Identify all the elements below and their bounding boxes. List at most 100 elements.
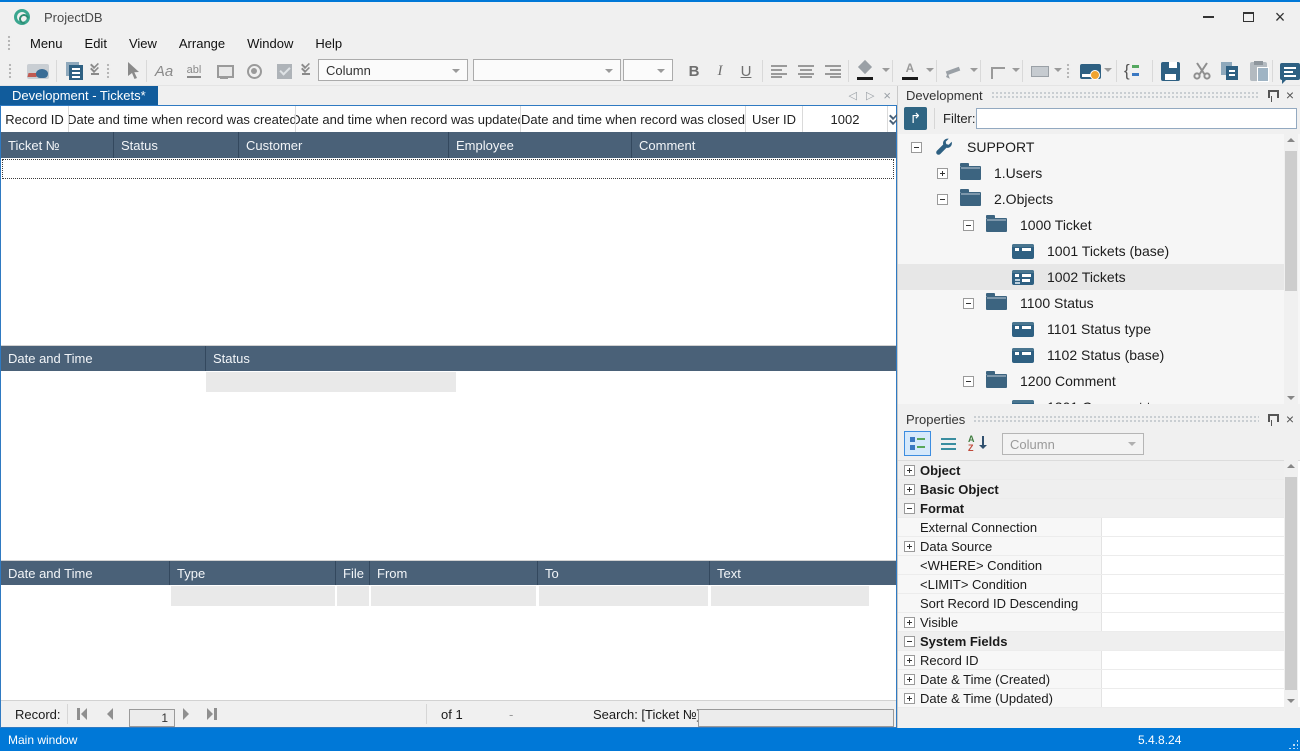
radio-tool-button[interactable] [242, 59, 266, 83]
property-value-cell[interactable] [1101, 594, 1284, 612]
field-header-1002[interactable]: 1002 [803, 106, 888, 132]
development-close-icon[interactable]: × [1286, 88, 1294, 102]
pin-icon[interactable] [1267, 413, 1276, 426]
documents-button[interactable] [62, 59, 86, 83]
menu-item-arrange[interactable]: Arrange [168, 32, 236, 55]
property-value-cell[interactable] [1101, 556, 1284, 574]
scroll-down-icon[interactable] [1287, 396, 1295, 400]
scroll-down-icon[interactable] [1287, 699, 1295, 703]
property-value-cell[interactable] [1101, 613, 1284, 631]
column-header-date-and-time[interactable]: Date and Time [1, 346, 205, 371]
messages-empty-cell-text[interactable] [711, 586, 869, 606]
property-value-cell[interactable] [1101, 575, 1284, 593]
property-expander-plus[interactable] [904, 674, 915, 685]
messages-empty-cell-type[interactable] [171, 586, 335, 606]
development-tree-scrollbar[interactable] [1284, 134, 1298, 404]
tree-item-support[interactable]: SUPPORT [898, 134, 1284, 160]
column-header-file[interactable]: File [335, 561, 369, 585]
tree-item-1-users[interactable]: 1.Users [898, 160, 1284, 186]
highlight-button[interactable] [942, 59, 966, 83]
scroll-up-icon[interactable] [1287, 464, 1295, 468]
properties-column-combobox[interactable]: Column [1002, 433, 1144, 455]
scrollbar-thumb[interactable] [1285, 151, 1297, 291]
checkbox-tool-button[interactable] [272, 59, 296, 83]
property-row-record-id[interactable]: Record ID [898, 651, 1284, 670]
tree-item-1200-comment[interactable]: 1200 Comment [898, 368, 1284, 394]
first-record-button[interactable] [77, 701, 87, 727]
alphabetical-view-button[interactable] [935, 431, 962, 456]
property-row-date-time-created[interactable]: Date & Time (Created) [898, 670, 1284, 689]
column-header-type[interactable]: Type [169, 561, 335, 585]
menu-item-help[interactable]: Help [304, 32, 353, 55]
property-value-cell[interactable] [1101, 651, 1284, 669]
column-header-text[interactable]: Text [709, 561, 896, 585]
field-header-date-and-time-when-record-was-updated[interactable]: Date and time when record was updated [296, 106, 521, 132]
property-expander-plus[interactable] [904, 465, 915, 476]
tree-item-2-objects[interactable]: 2.Objects [898, 186, 1284, 212]
tree-item-1001-tickets-base[interactable]: 1001 Tickets (base) [898, 238, 1284, 264]
jump-to-object-button[interactable]: ↱ [904, 107, 927, 130]
column-header-date-and-time[interactable]: Date and Time [1, 561, 169, 585]
property-value-cell[interactable] [1101, 689, 1284, 707]
open-project-button[interactable] [26, 59, 50, 83]
property-expander-plus[interactable] [904, 693, 915, 704]
cut-button[interactable] [1190, 59, 1214, 83]
toolbar-overflow-1[interactable] [89, 59, 100, 79]
pointer-tool-button[interactable] [122, 59, 146, 83]
align-center-button[interactable] [794, 59, 818, 83]
align-right-button[interactable] [820, 59, 844, 83]
property-row-visible[interactable]: Visible [898, 613, 1284, 632]
column-header-ticket[interactable]: Ticket № [1, 132, 113, 158]
property-row-external-connection[interactable]: External Connection [898, 518, 1284, 537]
scrollbar-thumb[interactable] [1285, 477, 1297, 690]
tree-item-1101-status-type[interactable]: 1101 Status type [898, 316, 1284, 342]
next-record-button[interactable] [183, 701, 189, 727]
tree-item-1201-comment-type[interactable]: 1201 Comment type [898, 394, 1284, 404]
column-header-from[interactable]: From [369, 561, 537, 585]
field-header-user-id[interactable]: User ID [746, 106, 803, 132]
column-header-to[interactable]: To [537, 561, 709, 585]
column-header-customer[interactable]: Customer [238, 132, 448, 158]
property-value-cell[interactable] [1101, 518, 1284, 536]
toolbar-grip[interactable] [8, 63, 13, 80]
paste-button[interactable] [1246, 59, 1270, 83]
property-row-system-fields[interactable]: System Fields [898, 632, 1284, 651]
property-expander-plus[interactable] [904, 484, 915, 495]
toolbar-grip-3[interactable] [1066, 63, 1071, 80]
properties-scrollbar[interactable] [1284, 460, 1298, 707]
property-expander-minus[interactable] [904, 636, 915, 647]
tree-item-1000-ticket[interactable]: 1000 Ticket [898, 212, 1284, 238]
property-row-data-source[interactable]: Data Source [898, 537, 1284, 556]
property-expander-plus[interactable] [904, 617, 915, 628]
tree-expander-plus[interactable] [937, 168, 948, 179]
tree-item-1002-tickets[interactable]: 1002 Tickets [898, 264, 1284, 290]
resize-grip[interactable] [1288, 739, 1298, 749]
fill-color-button[interactable] [854, 59, 878, 83]
column-header-employee[interactable]: Employee [448, 132, 631, 158]
copy-button[interactable] [1218, 59, 1242, 83]
tab-development-tickets[interactable]: Development - Tickets* [0, 86, 158, 105]
close-button[interactable]: × [1264, 5, 1296, 29]
categorized-view-button[interactable] [904, 431, 931, 456]
field-header-record-id[interactable]: Record ID [1, 106, 69, 132]
property-expander-minus[interactable] [904, 503, 915, 514]
tab-scroll-right-icon[interactable]: ▷ [866, 89, 874, 102]
size-combobox[interactable] [623, 59, 673, 81]
properties-close-icon[interactable]: × [1286, 412, 1294, 426]
menu-item-window[interactable]: Window [236, 32, 304, 55]
property-row-basic-object[interactable]: Basic Object [898, 480, 1284, 499]
last-record-button[interactable] [207, 701, 217, 727]
minimize-button[interactable] [1192, 5, 1224, 29]
property-row-limit-condition[interactable]: <LIMIT> Condition [898, 575, 1284, 594]
record-view-dropdown[interactable] [1104, 68, 1112, 76]
tree-item-1102-status-base[interactable]: 1102 Status (base) [898, 342, 1284, 368]
scroll-up-icon[interactable] [1287, 138, 1295, 142]
property-row-date-time-updated[interactable]: Date & Time (Updated) [898, 689, 1284, 708]
font-color-dropdown[interactable] [926, 68, 934, 76]
border-style-button[interactable] [986, 59, 1010, 83]
menu-item-edit[interactable]: Edit [74, 32, 118, 55]
messages-empty-cell-to[interactable] [539, 586, 708, 606]
record-view-button[interactable] [1078, 59, 1102, 83]
fill-color-dropdown[interactable] [882, 68, 890, 76]
align-left-button[interactable] [768, 59, 792, 83]
